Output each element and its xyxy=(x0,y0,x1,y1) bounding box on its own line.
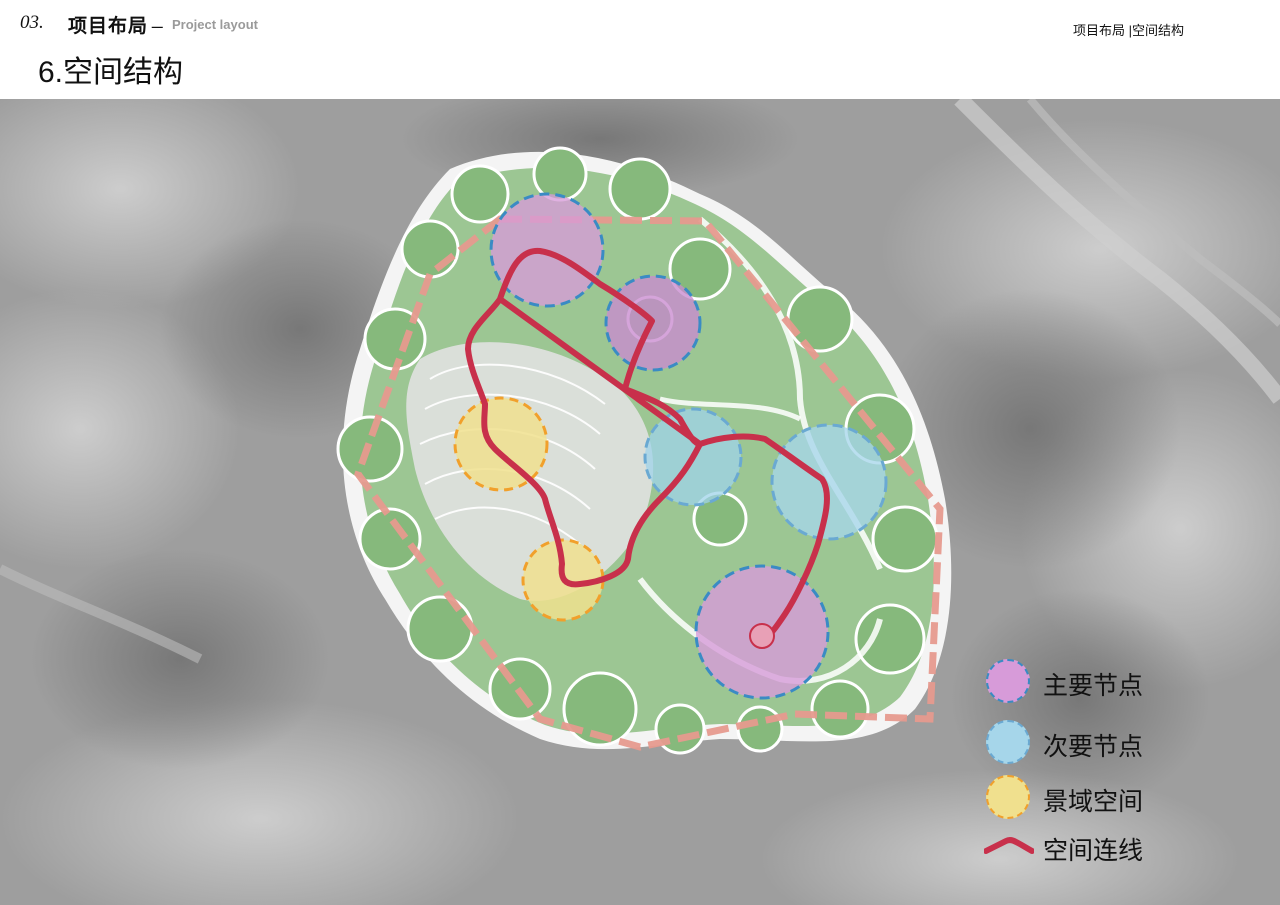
page-header: 03. 项目布局 _ Project layout 项目布局 |空间结构 6.空… xyxy=(0,0,1280,99)
section-title: 项目布局 xyxy=(68,16,149,37)
section-subtitle: Project layout xyxy=(172,17,258,32)
legend-primary-node: 主要节点 xyxy=(980,655,1240,707)
title-separator: _ xyxy=(152,8,163,29)
secondary-node-swatch-icon xyxy=(986,720,1030,764)
section-number: 03. xyxy=(20,12,44,33)
legend-label: 景域空间 xyxy=(1043,788,1144,816)
page-title: 6.空间结构 xyxy=(38,56,184,89)
connection-line-swatch-icon xyxy=(984,837,1034,854)
legend-landscape-space: 景域空间 xyxy=(980,771,1240,823)
legend-label: 空间连线 xyxy=(1043,837,1144,865)
legend-label: 次要节点 xyxy=(1043,733,1144,761)
line-end-marker xyxy=(749,623,775,649)
legend-label: 主要节点 xyxy=(1043,672,1144,700)
legend-secondary-node: 次要节点 xyxy=(980,716,1240,768)
landscape-swatch-icon xyxy=(986,775,1030,819)
breadcrumb: 项目布局 |空间结构 xyxy=(1073,23,1184,38)
secondary-node xyxy=(770,423,888,541)
primary-node-swatch-icon xyxy=(986,659,1030,703)
site-plan-map: 主要节点 次要节点 景域空间 空间连线 xyxy=(0,99,1280,905)
landscape-node xyxy=(453,396,549,492)
legend-connection-line: 空间连线 xyxy=(980,820,1240,872)
map-legend: 主要节点 次要节点 景域空间 空间连线 xyxy=(980,655,1260,875)
